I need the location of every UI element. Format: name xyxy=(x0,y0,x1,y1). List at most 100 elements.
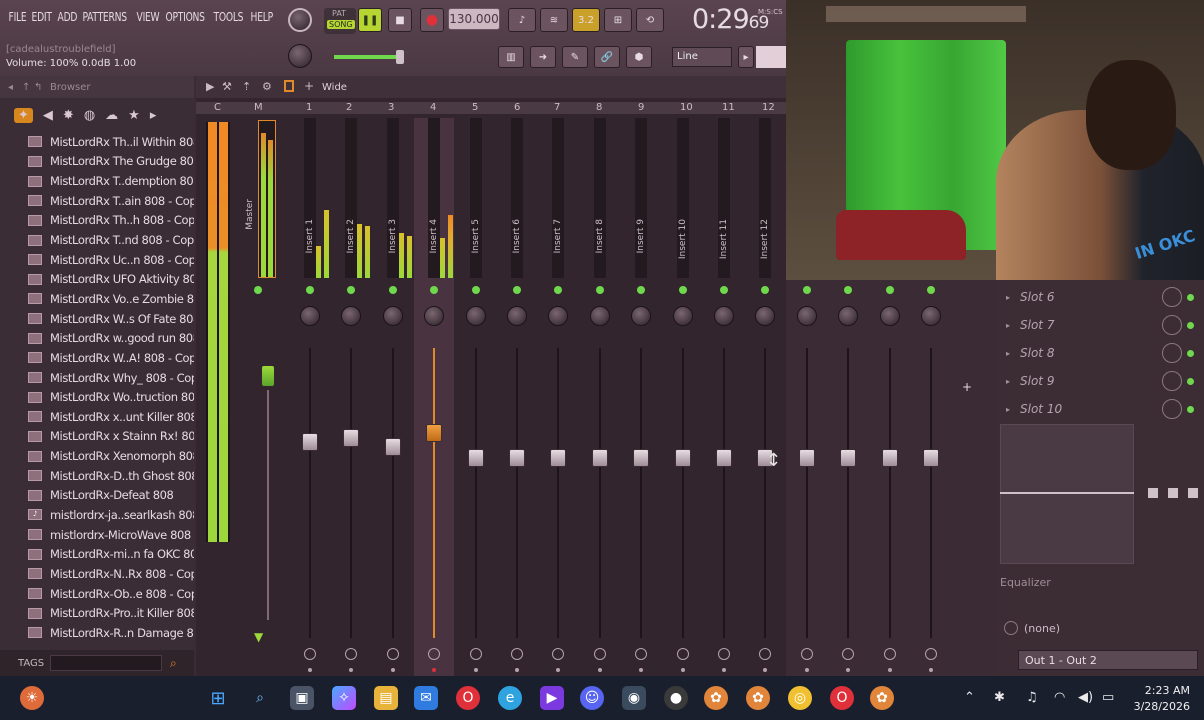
master-pitch-knob[interactable] xyxy=(288,44,312,68)
mixer-insert-strip[interactable]: Insert 5 xyxy=(456,118,496,678)
menu-add[interactable]: ADD xyxy=(55,10,80,24)
file-list-item[interactable]: MistLordRx-D..th Ghost 808 xyxy=(28,466,194,486)
menu-tools[interactable]: TOOLS xyxy=(211,10,246,24)
insert-route-dot[interactable] xyxy=(349,668,354,672)
insert-fader[interactable] xyxy=(591,448,608,467)
insert-pan-knob[interactable] xyxy=(465,306,486,326)
insert-fader[interactable] xyxy=(674,448,691,467)
snap-next-button[interactable]: ▸ xyxy=(738,46,754,68)
record-button[interactable]: ● xyxy=(420,8,444,32)
globe-icon[interactable]: ◍ xyxy=(84,108,95,123)
collapse-icon[interactable]: ◂ xyxy=(8,82,13,93)
insert-fader[interactable] xyxy=(633,448,650,467)
insert-fader[interactable] xyxy=(302,432,318,451)
slot-mix-knob[interactable] xyxy=(1162,371,1182,391)
metronome-button[interactable]: ♪ xyxy=(508,8,536,32)
insert-pan-knob[interactable] xyxy=(879,306,900,326)
slot-mix-knob[interactable] xyxy=(1162,399,1182,419)
insert-mute-led[interactable] xyxy=(678,286,687,294)
insert-pan-knob[interactable] xyxy=(714,306,734,326)
file-list-item[interactable]: MistLordRx T..nd 808 - Copy xyxy=(28,230,194,250)
edge-icon[interactable]: e xyxy=(498,686,522,710)
wifi-icon[interactable]: ◠ xyxy=(1054,690,1065,705)
discord-icon[interactable]: ☺ xyxy=(580,686,604,710)
insert-stereo-knob[interactable] xyxy=(345,648,358,660)
insert-route-dot[interactable] xyxy=(804,668,809,672)
more-icon[interactable]: ▸ xyxy=(150,108,157,123)
slot-enable-led[interactable] xyxy=(1187,349,1194,357)
add-icon[interactable]: + xyxy=(304,79,314,93)
file-list-item[interactable]: MistLordRx The Grudge 808 xyxy=(28,152,194,172)
stop-button[interactable]: ■ xyxy=(388,8,412,32)
menu-options[interactable]: OPTIONS xyxy=(163,10,207,24)
insert-pan-knob[interactable] xyxy=(672,306,693,326)
fx-slot[interactable]: ▸ Slot 8 xyxy=(1006,340,1196,366)
file-list-item[interactable]: MistLordRx Vo..e Zombie 808 xyxy=(28,289,194,309)
insert-stereo-knob[interactable] xyxy=(925,648,937,660)
battery-icon[interactable]: ▭ xyxy=(1102,690,1114,705)
insert-pan-knob[interactable] xyxy=(755,306,776,326)
menu-edit[interactable]: EDIT xyxy=(29,10,54,24)
microphone-icon[interactable]: ♫ xyxy=(1026,690,1038,705)
insert-fader[interactable] xyxy=(798,448,815,467)
insert-fader[interactable] xyxy=(881,448,898,467)
fl-app-icon-2[interactable]: ✿ xyxy=(870,686,894,710)
tray-app-icon[interactable]: ✱ xyxy=(994,690,1005,705)
copilot-icon[interactable]: ✧ xyxy=(332,686,356,710)
pat-song-toggle[interactable]: PAT SONG xyxy=(324,8,356,34)
step-edit-button[interactable]: ⊞ xyxy=(604,8,632,32)
insert-route-dot[interactable] xyxy=(639,668,644,672)
mixer-insert-strip[interactable]: Insert 6 xyxy=(497,118,537,678)
insert-route-dot[interactable] xyxy=(680,668,685,672)
insert-route-dot[interactable] xyxy=(846,668,851,672)
insert-stereo-knob[interactable] xyxy=(635,648,648,660)
wait-input-button[interactable]: ≋ xyxy=(540,8,568,32)
insert-stereo-knob[interactable] xyxy=(386,648,399,660)
fl-studio-icon[interactable]: ✿ xyxy=(746,686,770,710)
insert-mute-led[interactable] xyxy=(471,286,480,294)
insert-route-dot[interactable] xyxy=(432,668,437,672)
slot-mix-knob[interactable] xyxy=(1162,315,1182,335)
file-list-item[interactable]: MistLordRx Xenomorph 808 xyxy=(28,446,194,466)
mixer-tool-icon[interactable]: ⚒ xyxy=(222,80,232,93)
master-volume-knob[interactable] xyxy=(288,8,312,32)
camera-icon[interactable]: ◉ xyxy=(622,686,646,710)
fx-slot[interactable]: ▸ Slot 6 xyxy=(1006,284,1196,310)
insert-stereo-knob[interactable] xyxy=(718,648,730,660)
taskbar-clock[interactable]: 2:23 AM 3/28/2026 xyxy=(1134,683,1190,715)
eq-fader-low[interactable] xyxy=(1148,488,1158,498)
add-insert-icon[interactable]: + xyxy=(962,380,972,394)
menu-help[interactable]: HELP xyxy=(248,10,275,24)
file-list-item[interactable]: MistLordRx W..s Of Fate 808 xyxy=(28,309,194,329)
insert-route-dot[interactable] xyxy=(473,668,478,672)
playlist-button[interactable]: ➜ xyxy=(530,46,556,68)
insert-pan-knob[interactable] xyxy=(796,306,817,326)
insert-stereo-knob[interactable] xyxy=(304,648,316,660)
insert-stereo-knob[interactable] xyxy=(883,648,896,660)
insert-pan-knob[interactable] xyxy=(548,306,569,326)
insert-pan-knob[interactable] xyxy=(382,306,403,326)
insert-stereo-knob[interactable] xyxy=(800,648,813,660)
insert-fader[interactable] xyxy=(384,438,401,456)
volume-slider-handle[interactable] xyxy=(396,50,404,64)
file-list-item[interactable]: MistLordRx x..unt Killer 808 xyxy=(28,407,194,427)
insert-fader[interactable] xyxy=(923,448,939,467)
tags-search-input[interactable] xyxy=(50,655,162,671)
snap-select[interactable]: Line xyxy=(672,47,732,67)
insert-stereo-knob[interactable] xyxy=(428,648,441,660)
insert-stereo-knob[interactable] xyxy=(469,648,482,660)
insert-route-dot[interactable] xyxy=(556,668,561,672)
play-icon[interactable]: ▶ xyxy=(206,80,214,93)
insert-mute-led[interactable] xyxy=(513,286,521,294)
clip-icon[interactable]: ▶ xyxy=(540,686,564,710)
plugin-db-icon[interactable]: ◀ xyxy=(43,108,53,123)
insert-fader[interactable] xyxy=(550,448,567,467)
insert-route-dot[interactable] xyxy=(515,668,519,672)
insert-route-dot[interactable] xyxy=(722,668,726,672)
mixer-insert-strip[interactable]: Insert 12 xyxy=(745,118,785,678)
search-taskbar-icon[interactable]: ⌕ xyxy=(248,686,272,710)
insert-fader[interactable] xyxy=(840,448,857,467)
insert-pan-knob[interactable] xyxy=(424,306,445,326)
insert-stereo-knob[interactable] xyxy=(676,648,689,660)
fx-slot[interactable]: ▸ Slot 9 xyxy=(1006,368,1196,394)
